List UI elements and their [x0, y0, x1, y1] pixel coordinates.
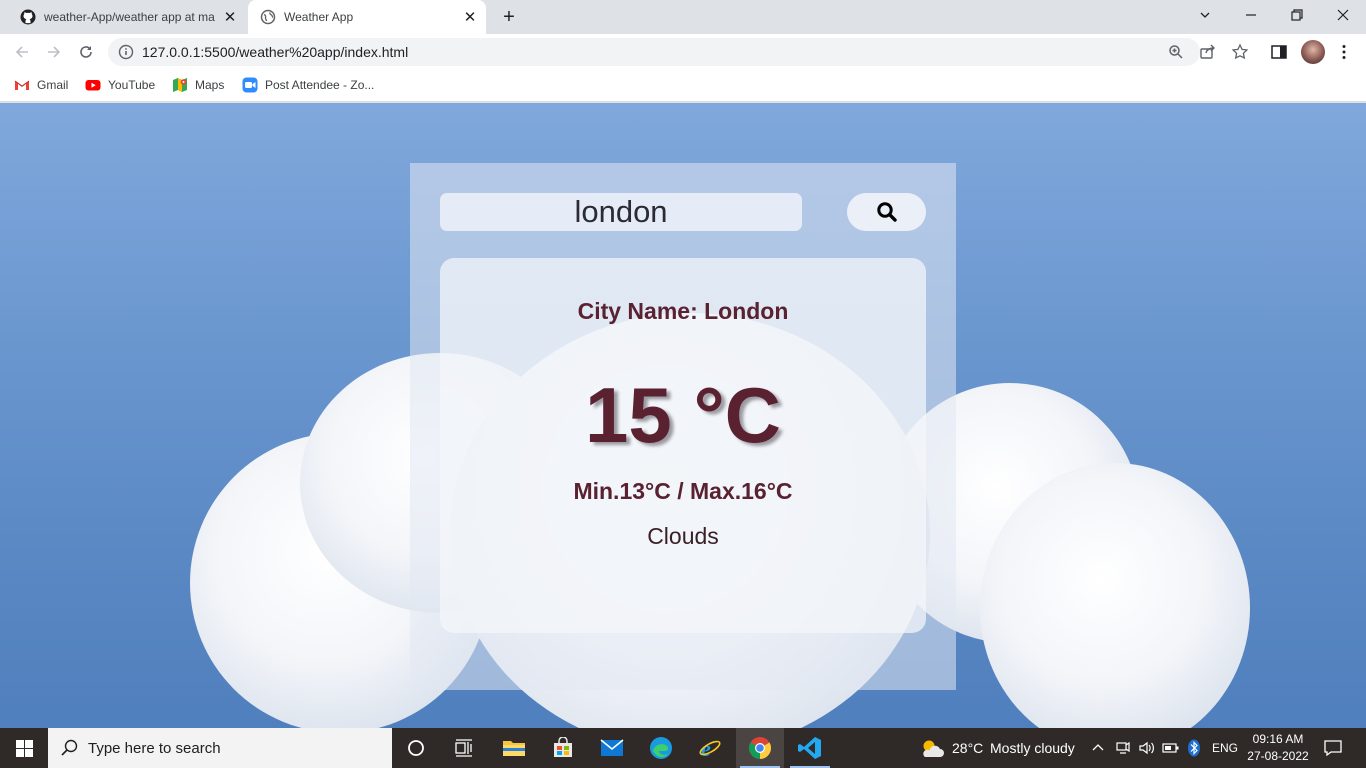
menu-dots-icon[interactable]: [1335, 43, 1353, 61]
gmail-icon: [14, 80, 30, 90]
taskbar-weather-text[interactable]: Mostly cloudy: [990, 728, 1075, 768]
tab-weather-app[interactable]: Weather App ✕: [248, 0, 486, 34]
internet-explorer-icon[interactable]: e: [686, 728, 734, 768]
minimize-icon[interactable]: [1228, 0, 1274, 30]
bookmark-star-icon[interactable]: [1231, 43, 1249, 61]
globe-icon: [260, 9, 276, 25]
tab-title: weather-App/weather app at ma: [44, 10, 215, 24]
restore-icon[interactable]: [1274, 0, 1320, 30]
close-tab-icon[interactable]: ✕: [220, 8, 240, 26]
taskbar-search-placeholder: Type here to search: [88, 739, 221, 757]
taskbar-weather-temp[interactable]: 28°C: [952, 728, 983, 768]
chevron-up-icon[interactable]: [1092, 742, 1104, 754]
bookmark-label: YouTube: [108, 78, 156, 92]
weather-card: City Name: London 15 °C Min.13°C / Max.1…: [440, 258, 926, 633]
clock-time: 09:16 AM: [1252, 732, 1304, 746]
edge-icon[interactable]: [637, 728, 685, 768]
close-window-icon[interactable]: [1320, 0, 1366, 30]
zoom-video-icon: [242, 77, 258, 93]
notifications-icon[interactable]: [1324, 739, 1342, 757]
back-arrow-icon[interactable]: [10, 40, 34, 64]
taskbar-search-box[interactable]: Type here to search: [48, 728, 392, 768]
tab-github[interactable]: weather-App/weather app at ma ✕: [8, 0, 246, 34]
bookmark-maps[interactable]: Maps: [172, 70, 224, 100]
min-max-temperature: Min.13°C / Max.16°C: [573, 478, 793, 504]
search-icon: [61, 739, 78, 756]
forward-arrow-icon[interactable]: [42, 40, 66, 64]
clock-date: 27-08-2022: [1247, 749, 1309, 763]
windows-start-icon[interactable]: [0, 728, 48, 768]
volume-icon[interactable]: [1138, 740, 1156, 756]
search-icon: [876, 202, 897, 222]
bookmarks-bar: Gmail YouTube Maps Post Attendee - Zo...: [0, 70, 1366, 102]
youtube-icon: [85, 80, 101, 91]
github-icon: [20, 9, 36, 25]
weather-page: City Name: London 15 °C Min.13°C / Max.1…: [0, 103, 1366, 728]
cloud-shape: [980, 463, 1250, 728]
bluetooth-icon[interactable]: [1187, 739, 1201, 757]
vscode-icon[interactable]: [786, 728, 834, 768]
zoom-icon[interactable]: [1168, 44, 1184, 60]
language-indicator[interactable]: ENG: [1212, 728, 1238, 768]
file-explorer-icon[interactable]: [490, 728, 538, 768]
url-text[interactable]: 127.0.0.1:5500/weather%20app/index.html: [142, 38, 408, 66]
system-clock[interactable]: 09:16 AM 27-08-2022: [1240, 731, 1316, 765]
battery-icon[interactable]: [1162, 741, 1180, 755]
task-view-icon[interactable]: [440, 728, 488, 768]
meet-now-icon[interactable]: [1115, 740, 1131, 756]
bookmark-youtube[interactable]: YouTube: [85, 70, 155, 100]
mail-icon[interactable]: [588, 728, 636, 768]
chrome-icon[interactable]: [736, 728, 784, 768]
profile-avatar[interactable]: [1301, 40, 1325, 64]
reload-icon[interactable]: [74, 40, 98, 64]
weather-cloud-sun-icon[interactable]: [919, 737, 945, 759]
share-icon[interactable]: [1199, 43, 1217, 61]
bookmark-label: Gmail: [37, 78, 69, 92]
search-button[interactable]: [847, 193, 926, 231]
new-tab-button[interactable]: +: [498, 6, 520, 28]
maps-icon: [173, 78, 187, 92]
bookmark-label: Post Attendee - Zo...: [265, 78, 375, 92]
weather-condition: Clouds: [647, 523, 719, 549]
city-name: City Name: London: [577, 298, 789, 324]
address-bar[interactable]: 127.0.0.1:5500/weather%20app/index.html: [108, 38, 1200, 66]
taskbar: Type here to search e 28°C Mostly cloudy…: [0, 728, 1366, 768]
temperature: 15 °C: [585, 371, 781, 459]
site-info-icon[interactable]: [118, 44, 134, 60]
side-panel-icon[interactable]: [1270, 43, 1288, 61]
city-search-input[interactable]: [440, 193, 802, 231]
bookmark-gmail[interactable]: Gmail: [14, 70, 68, 100]
close-tab-icon[interactable]: ✕: [460, 8, 480, 26]
microsoft-store-icon[interactable]: [539, 728, 587, 768]
browser-toolbar: 127.0.0.1:5500/weather%20app/index.html: [0, 34, 1366, 70]
weather-panel: City Name: London 15 °C Min.13°C / Max.1…: [410, 163, 956, 690]
bookmark-label: Maps: [195, 78, 225, 92]
tab-title: Weather App: [284, 10, 354, 24]
bookmark-zoom[interactable]: Post Attendee - Zo...: [242, 70, 374, 100]
tab-search-chevron-down-icon[interactable]: [1182, 0, 1228, 30]
cortana-icon[interactable]: [392, 728, 440, 768]
tab-strip: weather-App/weather app at ma ✕ Weather …: [0, 0, 1366, 34]
